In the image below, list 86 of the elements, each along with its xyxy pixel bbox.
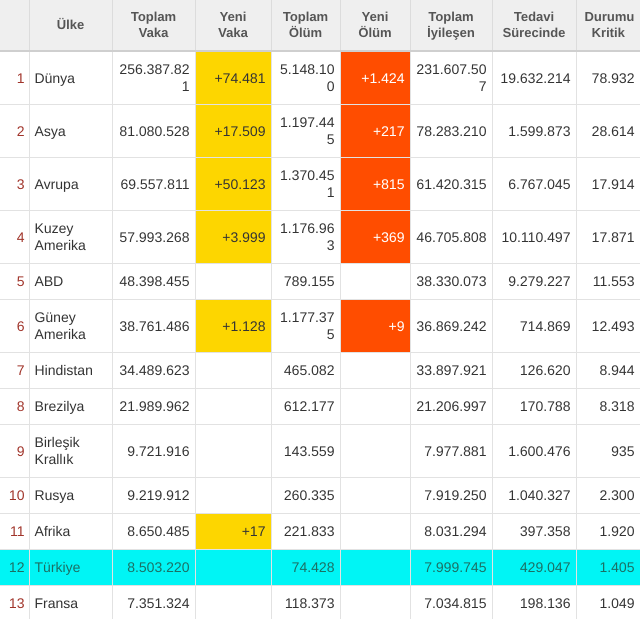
table-cell: 5.148.100 [271, 51, 340, 104]
row-number: 1 [0, 51, 29, 104]
table-cell: 7.919.250 [410, 478, 492, 514]
column-header[interactable]: Toplam İyileşen [410, 0, 492, 51]
table-cell: 38.761.486 [112, 300, 195, 352]
row-number: 9 [0, 424, 29, 478]
table-cell: 143.559 [271, 424, 340, 478]
row-number: 3 [0, 158, 29, 210]
column-header[interactable]: Ülke [29, 0, 112, 51]
table-cell: 36.869.242 [410, 300, 492, 352]
table-cell: 612.177 [271, 388, 340, 424]
country-name: Brezilya [29, 388, 112, 424]
table-cell: 33.897.921 [410, 352, 492, 388]
row-number: 5 [0, 264, 29, 300]
country-name: Kuzey Amerika [29, 210, 112, 264]
table-cell: 9.279.227 [492, 264, 576, 300]
column-header[interactable]: Yeni Ölüm [340, 0, 410, 51]
column-header[interactable]: Tedavi Sürecinde [492, 0, 576, 51]
table-cell: +1.424 [340, 51, 410, 104]
table-cell: 1.040.327 [492, 478, 576, 514]
table-cell: 789.155 [271, 264, 340, 300]
country-name: Birleşik Krallık [29, 424, 112, 478]
table-cell: 1.599.873 [492, 104, 576, 158]
table-cell: 19.632.214 [492, 51, 576, 104]
table-cell: +9 [340, 300, 410, 352]
country-name: Asya [29, 104, 112, 158]
table-cell: 1.370.451 [271, 158, 340, 210]
column-header[interactable]: Yeni Vaka [195, 0, 271, 51]
table-cell: 260.335 [271, 478, 340, 514]
table-cell: 429.047 [492, 550, 576, 586]
table-cell: 714.869 [492, 300, 576, 352]
table-cell: 48.398.455 [112, 264, 195, 300]
table-cell: 1.177.375 [271, 300, 340, 352]
table-cell: 1.405 [576, 550, 640, 586]
table-cell: +1.128 [195, 300, 271, 352]
table-cell: 256.387.821 [112, 51, 195, 104]
row-number: 4 [0, 210, 29, 264]
table-cell: 6.767.045 [492, 158, 576, 210]
table-cell: 8.503.220 [112, 550, 195, 586]
country-name: Dünya [29, 51, 112, 104]
table-cell: 9.721.916 [112, 424, 195, 478]
table-cell: 61.420.315 [410, 158, 492, 210]
table-cell: 46.705.808 [410, 210, 492, 264]
country-name: Avrupa [29, 158, 112, 210]
row-number: 2 [0, 104, 29, 158]
table-cell: 81.080.528 [112, 104, 195, 158]
row-number: 6 [0, 300, 29, 352]
table-cell: 21.206.997 [410, 388, 492, 424]
table-cell: 38.330.073 [410, 264, 492, 300]
table-cell: 10.110.497 [492, 210, 576, 264]
table-cell: 1.600.476 [492, 424, 576, 478]
table-cell: 7.977.881 [410, 424, 492, 478]
table-cell: 74.428 [271, 550, 340, 586]
table-cell: +815 [340, 158, 410, 210]
table-cell: +217 [340, 104, 410, 158]
table-cell: 170.788 [492, 388, 576, 424]
table-cell: 57.993.268 [112, 210, 195, 264]
country-name: ABD [29, 264, 112, 300]
country-name: Türkiye [29, 550, 112, 586]
row-number: 8 [0, 388, 29, 424]
table-cell: 126.620 [492, 352, 576, 388]
table-cell: 1.197.445 [271, 104, 340, 158]
table-cell: 231.607.507 [410, 51, 492, 104]
country-name: Rusya [29, 478, 112, 514]
table-cell: 34.489.623 [112, 352, 195, 388]
table-cell: +369 [340, 210, 410, 264]
table-cell: +50.123 [195, 158, 271, 210]
table-cell: 78.283.210 [410, 104, 492, 158]
table-cell: 9.219.912 [112, 478, 195, 514]
country-name: Güney Amerika [29, 300, 112, 352]
table-cell: +74.481 [195, 51, 271, 104]
column-header[interactable]: Toplam Vaka [112, 0, 195, 51]
table-cell: 465.082 [271, 352, 340, 388]
row-number: 7 [0, 352, 29, 388]
table-cell: +17 [195, 514, 271, 550]
column-header[interactable]: Durumu Kritik [576, 0, 640, 51]
table-cell: 1.176.963 [271, 210, 340, 264]
table-cell: +17.509 [195, 104, 271, 158]
row-number: 12 [0, 550, 29, 586]
country-name: Hindistan [29, 352, 112, 388]
column-header[interactable]: Toplam Ölüm [271, 0, 340, 51]
table-cell: 69.557.811 [112, 158, 195, 210]
table-cell: 7.999.745 [410, 550, 492, 586]
row-number: 10 [0, 478, 29, 514]
table-cell: +3.999 [195, 210, 271, 264]
table-cell: 21.989.962 [112, 388, 195, 424]
